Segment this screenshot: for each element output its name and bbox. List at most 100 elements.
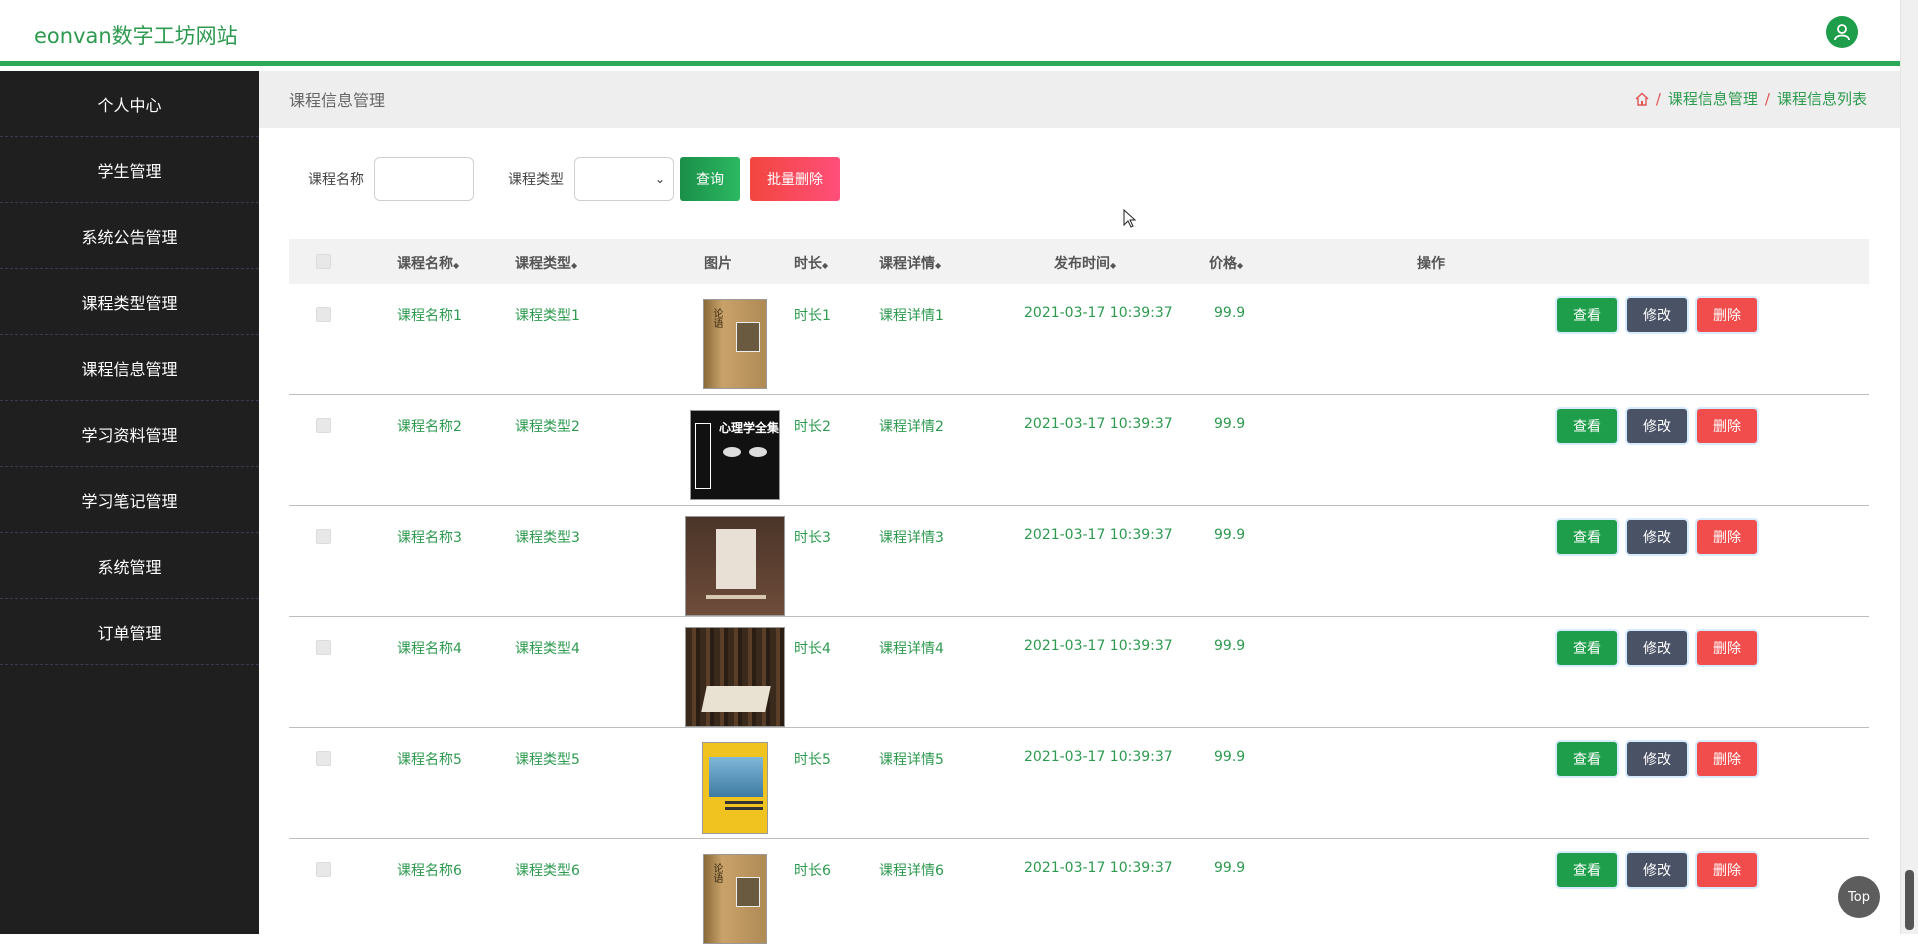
row-checkbox[interactable] bbox=[316, 640, 331, 655]
view-button[interactable]: 查看 bbox=[1557, 298, 1617, 332]
view-button[interactable]: 查看 bbox=[1557, 742, 1617, 776]
col-name[interactable]: 课程名称◆ bbox=[397, 253, 459, 273]
sort-icon: ◆ bbox=[935, 261, 942, 270]
delete-button[interactable]: 删除 bbox=[1697, 409, 1757, 443]
row-checkbox[interactable] bbox=[316, 307, 331, 322]
col-time[interactable]: 发布时间◆ bbox=[1054, 253, 1116, 273]
col-ops: 操作 bbox=[1417, 256, 1445, 272]
table-row: 课程名称6 课程类型6 论语 时长6 课程详情6 2021-03-17 10:3… bbox=[289, 839, 1869, 950]
row-actions: 查看 修改 删除 bbox=[1557, 409, 1757, 443]
course-type-label: 课程类型 bbox=[508, 172, 564, 188]
view-button[interactable]: 查看 bbox=[1557, 520, 1617, 554]
edit-button[interactable]: 修改 bbox=[1627, 409, 1687, 443]
course-image: 心理学全集 bbox=[685, 405, 785, 505]
delete-button[interactable]: 删除 bbox=[1697, 520, 1757, 554]
course-image: 论语 bbox=[685, 849, 785, 949]
detail-cell: 课程详情1 bbox=[879, 308, 944, 324]
sidebar: 个人中心 学生管理 系统公告管理 课程类型管理 课程信息管理 学习资料管理 学习… bbox=[0, 71, 259, 934]
breadcrumb-separator: / bbox=[1764, 89, 1770, 108]
course-type-cell: 课程类型3 bbox=[515, 530, 580, 546]
sort-icon: ◆ bbox=[1110, 261, 1117, 270]
select-all-checkbox[interactable] bbox=[316, 254, 331, 269]
edit-button[interactable]: 修改 bbox=[1627, 742, 1687, 776]
sidebar-item-system[interactable]: 系统管理 bbox=[0, 533, 259, 599]
detail-cell: 课程详情3 bbox=[879, 530, 944, 546]
edit-button[interactable]: 修改 bbox=[1627, 853, 1687, 887]
sidebar-item-profile[interactable]: 个人中心 bbox=[0, 71, 259, 137]
sort-icon: ◆ bbox=[1237, 261, 1244, 270]
view-button[interactable]: 查看 bbox=[1557, 409, 1617, 443]
query-button[interactable]: 查询 bbox=[680, 157, 740, 201]
sidebar-item-course-types[interactable]: 课程类型管理 bbox=[0, 269, 259, 335]
main-content: 课程信息管理 / 课程信息管理 / 课程信息列表 课程名称 课程类型 ⌄ 查询 … bbox=[259, 71, 1900, 944]
delete-button[interactable]: 删除 bbox=[1697, 298, 1757, 332]
table-row: 课程名称1 课程类型1 论语 时长1 课程详情1 2021-03-17 10:3… bbox=[289, 284, 1869, 395]
row-actions: 查看 修改 删除 bbox=[1557, 853, 1757, 887]
course-name-cell[interactable]: 课程名称1 bbox=[397, 305, 462, 325]
sidebar-item-announcements[interactable]: 系统公告管理 bbox=[0, 203, 259, 269]
home-icon[interactable] bbox=[1635, 92, 1649, 106]
mouse-cursor-icon bbox=[1123, 209, 1137, 228]
course-type-cell: 课程类型6 bbox=[515, 863, 580, 879]
table-row: 课程名称3 课程类型3 时长3 课程详情3 2021-03-17 10:39:3… bbox=[289, 506, 1869, 617]
row-checkbox[interactable] bbox=[316, 862, 331, 877]
course-name-cell[interactable]: 课程名称6 bbox=[397, 860, 462, 880]
edit-button[interactable]: 修改 bbox=[1627, 631, 1687, 665]
time-cell: 2021-03-17 10:39:37 bbox=[1024, 305, 1173, 321]
edit-button[interactable]: 修改 bbox=[1627, 298, 1687, 332]
user-avatar[interactable] bbox=[1826, 16, 1858, 48]
time-cell: 2021-03-17 10:39:37 bbox=[1024, 749, 1173, 765]
price-cell: 99.9 bbox=[1214, 305, 1246, 321]
col-duration[interactable]: 时长◆ bbox=[794, 253, 828, 273]
course-name-input[interactable] bbox=[374, 157, 474, 201]
time-cell: 2021-03-17 10:39:37 bbox=[1024, 638, 1173, 654]
course-name-cell[interactable]: 课程名称3 bbox=[397, 527, 462, 547]
edit-button[interactable]: 修改 bbox=[1627, 520, 1687, 554]
row-checkbox[interactable] bbox=[316, 751, 331, 766]
breadcrumb-course-info[interactable]: 课程信息管理 bbox=[1668, 88, 1758, 109]
detail-cell: 课程详情6 bbox=[879, 863, 944, 879]
sidebar-item-notes[interactable]: 学习笔记管理 bbox=[0, 467, 259, 533]
view-button[interactable]: 查看 bbox=[1557, 631, 1617, 665]
price-cell: 99.9 bbox=[1214, 527, 1246, 543]
course-name-cell[interactable]: 课程名称2 bbox=[397, 416, 462, 436]
col-type[interactable]: 课程类型◆ bbox=[515, 253, 577, 273]
course-name-cell[interactable]: 课程名称4 bbox=[397, 638, 462, 658]
site-brand[interactable]: eonvan数字工坊网站 bbox=[34, 20, 238, 50]
row-actions: 查看 修改 删除 bbox=[1557, 298, 1757, 332]
page-scrollbar[interactable] bbox=[1900, 0, 1918, 934]
user-icon bbox=[1834, 24, 1850, 41]
detail-cell: 课程详情5 bbox=[879, 752, 944, 768]
sidebar-item-materials[interactable]: 学习资料管理 bbox=[0, 401, 259, 467]
time-cell: 2021-03-17 10:39:37 bbox=[1024, 527, 1173, 543]
scrollbar-thumb[interactable] bbox=[1905, 870, 1914, 930]
delete-button[interactable]: 删除 bbox=[1697, 631, 1757, 665]
duration-cell: 时长2 bbox=[794, 419, 831, 435]
sort-icon: ◆ bbox=[453, 261, 460, 270]
course-name-cell[interactable]: 课程名称5 bbox=[397, 749, 462, 769]
course-image bbox=[685, 516, 785, 616]
course-type-cell: 课程类型1 bbox=[515, 308, 580, 324]
col-detail[interactable]: 课程详情◆ bbox=[879, 253, 941, 273]
detail-cell: 课程详情2 bbox=[879, 419, 944, 435]
search-filters: 课程名称 课程类型 ⌄ 查询 批量删除 bbox=[308, 157, 840, 201]
delete-button[interactable]: 删除 bbox=[1697, 853, 1757, 887]
sidebar-item-course-info[interactable]: 课程信息管理 bbox=[0, 335, 259, 401]
batch-delete-button[interactable]: 批量删除 bbox=[750, 157, 840, 201]
time-cell: 2021-03-17 10:39:37 bbox=[1024, 416, 1173, 432]
view-button[interactable]: 查看 bbox=[1557, 853, 1617, 887]
sidebar-item-orders[interactable]: 订单管理 bbox=[0, 599, 259, 665]
delete-button[interactable]: 删除 bbox=[1697, 742, 1757, 776]
row-checkbox[interactable] bbox=[316, 418, 331, 433]
duration-cell: 时长5 bbox=[794, 752, 831, 768]
course-name-label: 课程名称 bbox=[308, 172, 364, 188]
row-checkbox[interactable] bbox=[316, 529, 331, 544]
duration-cell: 时长4 bbox=[794, 641, 831, 657]
sidebar-item-students[interactable]: 学生管理 bbox=[0, 137, 259, 203]
back-to-top-button[interactable]: Top bbox=[1838, 876, 1880, 918]
row-actions: 查看 修改 删除 bbox=[1557, 742, 1757, 776]
row-actions: 查看 修改 删除 bbox=[1557, 631, 1757, 665]
course-type-select[interactable]: ⌄ bbox=[574, 157, 674, 201]
col-price[interactable]: 价格◆ bbox=[1209, 253, 1243, 273]
breadcrumb-course-list[interactable]: 课程信息列表 bbox=[1777, 88, 1867, 109]
